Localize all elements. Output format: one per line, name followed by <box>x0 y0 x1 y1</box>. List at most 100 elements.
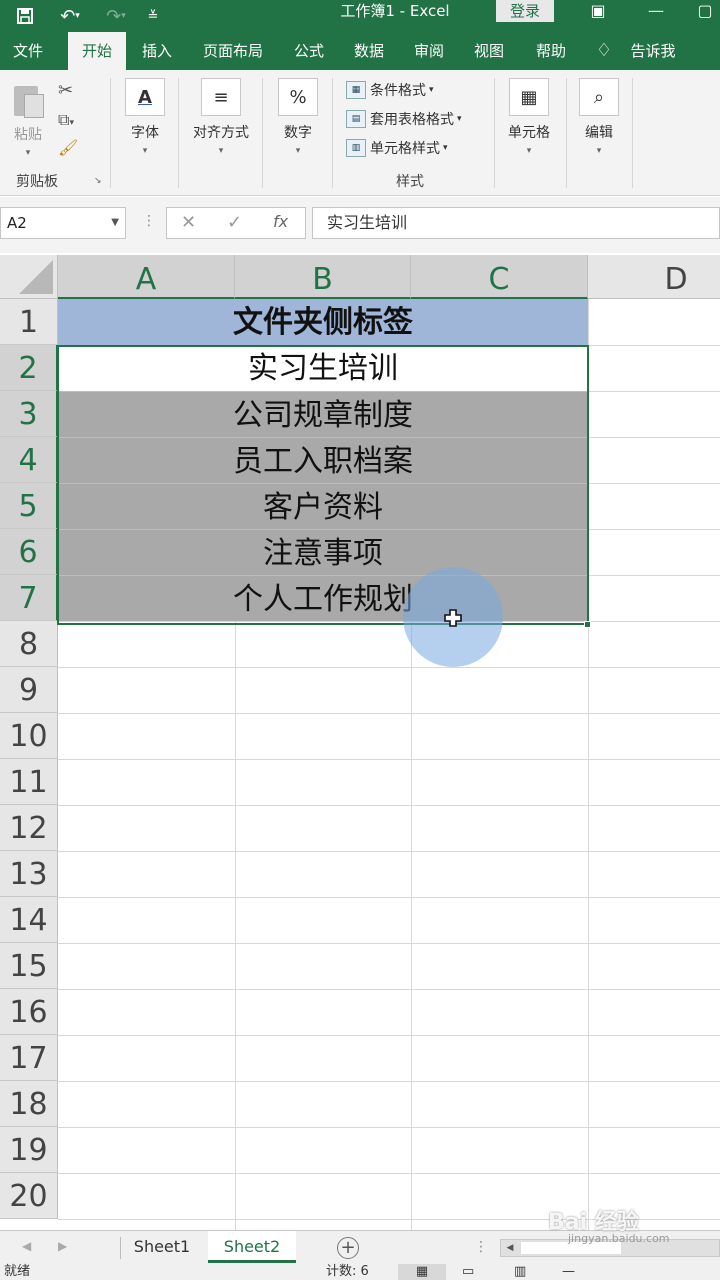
conditional-formatting-button[interactable]: ▦ 条件格式 ▾ <box>346 80 434 100</box>
row-header-12[interactable]: 12 <box>0 805 58 851</box>
row-header-3[interactable]: 3 <box>0 391 58 437</box>
page-break-view-icon[interactable]: ▥ <box>514 1264 526 1280</box>
chevron-down-icon[interactable]: ▼ <box>111 208 119 238</box>
paste-label: 粘贴 <box>14 127 42 143</box>
row-header-20[interactable]: 20 <box>0 1173 58 1219</box>
grid-line <box>58 759 720 760</box>
cell-a2-active[interactable]: 实习生培训 <box>58 345 588 391</box>
cancel-icon[interactable]: ✕ <box>181 212 196 233</box>
cell-a7[interactable]: 个人工作规划 <box>58 575 588 621</box>
name-box[interactable]: A2 ▼ <box>0 207 126 239</box>
normal-view-icon[interactable]: ▦ <box>398 1264 446 1280</box>
row-header-7[interactable]: 7 <box>0 575 58 621</box>
grid-line <box>58 897 720 898</box>
row-header-8[interactable]: 8 <box>0 621 58 667</box>
fill-handle[interactable] <box>584 621 591 628</box>
alignment-caret: ▾ <box>218 146 224 156</box>
column-header-d[interactable]: D <box>588 255 720 299</box>
row-header-19[interactable]: 19 <box>0 1127 58 1173</box>
tab-file[interactable]: 文件 <box>0 32 56 70</box>
editing-button[interactable]: ⌕ 编辑 ▾ <box>576 78 622 156</box>
row-header-15[interactable]: 15 <box>0 943 58 989</box>
row-header-2[interactable]: 2 <box>0 345 58 391</box>
grid-line <box>58 851 720 852</box>
grid-line <box>58 805 720 806</box>
row-header-9[interactable]: 9 <box>0 667 58 713</box>
column-header-c[interactable]: C <box>411 255 588 299</box>
grid-line <box>588 299 589 1230</box>
row-header-16[interactable]: 16 <box>0 989 58 1035</box>
tab-data[interactable]: 数据 <box>344 32 394 70</box>
ribbon-display-icon[interactable]: ▣ <box>578 0 618 24</box>
sheet-next-icon[interactable]: ▶ <box>58 1239 67 1253</box>
tab-insert[interactable]: 插入 <box>134 32 180 70</box>
row-header-13[interactable]: 13 <box>0 851 58 897</box>
tab-page-layout[interactable]: 页面布局 <box>196 32 270 70</box>
baidu-watermark-url: jingyan.baidu.com <box>568 1232 670 1245</box>
row-header-18[interactable]: 18 <box>0 1081 58 1127</box>
insert-function-icon[interactable]: fx <box>273 212 288 231</box>
cell-a6[interactable]: 注意事项 <box>58 529 588 575</box>
name-box-value: A2 <box>7 214 27 232</box>
cell-styles-label: 单元格样式 <box>370 141 440 157</box>
format-as-table-button[interactable]: ▤ 套用表格格式 ▾ <box>346 109 462 129</box>
undo-icon[interactable]: ↶ ▾ <box>50 0 90 32</box>
zoom-out-icon[interactable]: — <box>562 1264 575 1280</box>
more-icon[interactable]: ⋮ <box>142 213 156 229</box>
number-button[interactable]: % 数字 ▾ <box>276 78 320 156</box>
cut-icon[interactable]: ✂ <box>58 80 73 101</box>
editing-caret: ▾ <box>596 146 602 156</box>
row-header-17[interactable]: 17 <box>0 1035 58 1081</box>
alignment-button[interactable]: ≡ 对齐方式 ▾ <box>186 78 256 156</box>
sheet-prev-icon[interactable]: ◀ <box>22 1239 31 1253</box>
styles-group-label: 样式 <box>396 174 424 190</box>
redo-icon[interactable]: ↷ ▾ <box>96 0 136 32</box>
add-sheet-icon[interactable]: + <box>337 1237 359 1259</box>
worksheet-grid[interactable]: A B C D 1 2 3 4 5 6 7 8 9 10 11 12 13 14… <box>0 255 720 1230</box>
row-header-1[interactable]: 1 <box>0 299 58 345</box>
font-button[interactable]: A 字体 ▾ <box>122 78 168 156</box>
tab-formulas[interactable]: 公式 <box>284 32 334 70</box>
column-header-a[interactable]: A <box>58 255 235 299</box>
paste-button[interactable]: 粘贴 ▾ <box>6 80 50 158</box>
tab-tell-me[interactable]: 告诉我 <box>622 32 684 70</box>
tab-home[interactable]: 开始 <box>68 32 126 70</box>
formula-input[interactable]: 实习生培训 <box>312 207 720 239</box>
row-header-5[interactable]: 5 <box>0 483 58 529</box>
cell-styles-button[interactable]: ▥ 单元格样式 ▾ <box>346 138 448 158</box>
number-label: 数字 <box>284 125 312 141</box>
cell-a3[interactable]: 公司规章制度 <box>58 391 588 437</box>
window-title: 工作簿1 - Excel <box>340 2 450 20</box>
save-icon[interactable] <box>8 0 42 32</box>
paste-caret: ▾ <box>25 148 31 158</box>
select-all-corner[interactable] <box>0 255 58 299</box>
format-painter-icon[interactable]: 🖌 <box>58 138 78 157</box>
dialog-launcher-icon[interactable]: ↘ <box>94 176 102 186</box>
row-header-11[interactable]: 11 <box>0 759 58 805</box>
sheet-tab-sheet1[interactable]: Sheet1 <box>124 1231 200 1263</box>
formula-bar: A2 ▼ ⋮ ✕ ✓ fx 实习生培训 <box>0 197 720 253</box>
maximize-icon[interactable]: ▢ <box>690 0 720 24</box>
tab-review[interactable]: 审阅 <box>404 32 454 70</box>
cell-a1-header[interactable]: 文件夹侧标签 <box>58 299 588 345</box>
confirm-icon[interactable]: ✓ <box>227 212 242 233</box>
sheet-tab-sheet2[interactable]: Sheet2 <box>208 1231 296 1263</box>
row-header-14[interactable]: 14 <box>0 897 58 943</box>
conditional-formatting-label: 条件格式 <box>370 83 426 99</box>
cell-a5[interactable]: 客户资料 <box>58 483 588 529</box>
cells-button[interactable]: ▦ 单元格 ▾ <box>504 78 554 156</box>
row-header-10[interactable]: 10 <box>0 713 58 759</box>
page-layout-view-icon[interactable]: ▭ <box>462 1264 474 1280</box>
tab-help[interactable]: 帮助 <box>526 32 576 70</box>
row-header-4[interactable]: 4 <box>0 437 58 483</box>
minimize-icon[interactable]: — <box>636 0 676 24</box>
login-button[interactable]: 登录 <box>496 0 554 22</box>
more-icon[interactable]: ⋮ <box>474 1239 488 1255</box>
scroll-left-icon[interactable]: ◀ <box>503 1242 517 1254</box>
customize-toolbar-icon[interactable]: ≚ <box>140 0 166 32</box>
row-header-6[interactable]: 6 <box>0 529 58 575</box>
column-header-b[interactable]: B <box>235 255 411 299</box>
cell-a4[interactable]: 员工入职档案 <box>58 437 588 483</box>
tab-view[interactable]: 视图 <box>464 32 514 70</box>
copy-icon[interactable]: ⧉▾ <box>58 110 74 130</box>
